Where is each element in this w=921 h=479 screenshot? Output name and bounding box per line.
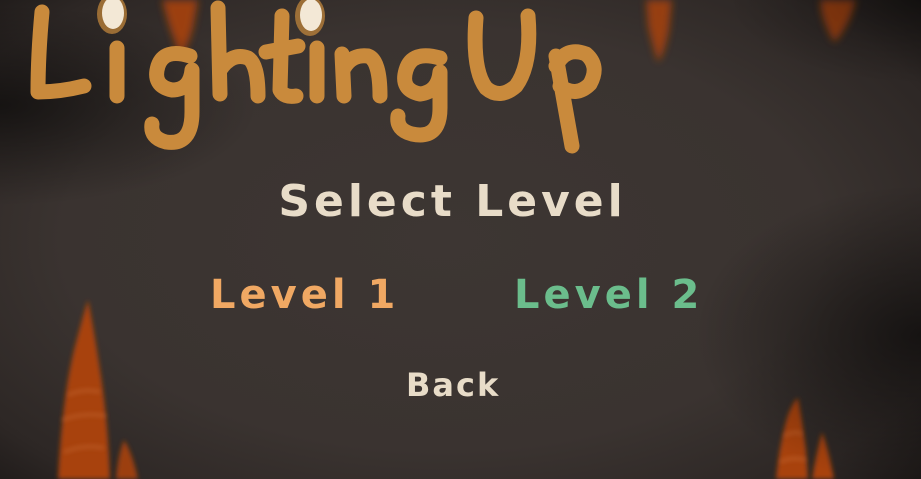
game-title-logo: [30, 0, 602, 154]
level-2-button[interactable]: Level 2: [514, 272, 703, 318]
back-button[interactable]: Back: [406, 366, 500, 404]
level-select-screen: Select Level Level 1 Level 2 Back: [0, 0, 921, 479]
select-level-heading: Select Level: [278, 176, 627, 227]
level-1-button[interactable]: Level 1: [210, 272, 399, 318]
